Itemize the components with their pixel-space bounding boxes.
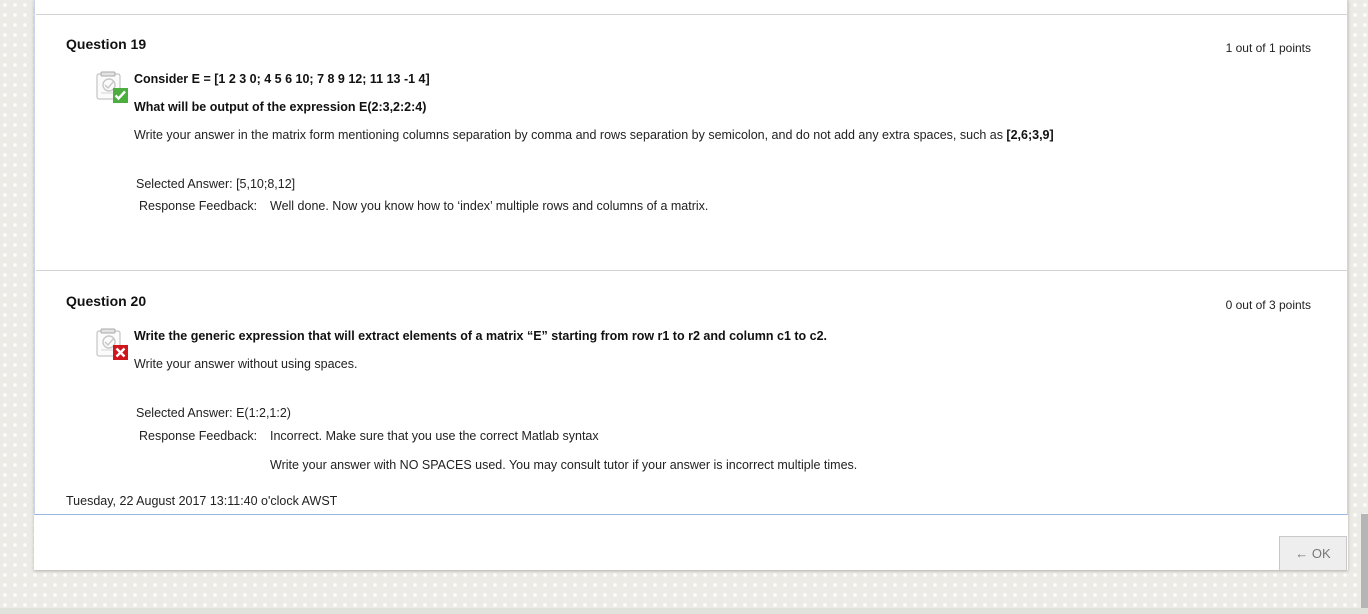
- ok-button[interactable]: ← OK: [1279, 536, 1347, 570]
- incorrect-x-icon: [96, 328, 128, 360]
- response-feedback-text: Incorrect. Make sure that you use the co…: [270, 429, 599, 443]
- question-title: Question 19: [66, 36, 147, 52]
- selected-answer-row: Selected Answer: [5,10;8,12]: [136, 177, 295, 191]
- response-feedback-text: Write your answer with NO SPACES used. Y…: [270, 458, 858, 472]
- question-text: Write the generic expression that will e…: [134, 329, 828, 343]
- example-answer: [2,6;3,9]: [1006, 128, 1054, 142]
- selected-answer-label: Selected Answer:: [136, 406, 233, 420]
- selected-answer-row: Selected Answer: E(1:2,1:2): [136, 406, 291, 420]
- submission-timestamp: Tuesday, 22 August 2017 13:11:40 o'clock…: [66, 494, 338, 508]
- response-feedback-label: Response Feedback:: [139, 429, 258, 443]
- correct-check-icon: [96, 71, 128, 103]
- divider: [36, 270, 1348, 271]
- instructions-text: Write your answer in the matrix form men…: [134, 128, 1007, 142]
- question-text: Consider E = [1 2 3 0; 4 5 6 10; 7 8 9 1…: [134, 72, 430, 86]
- question-points: 1 out of 1 points: [1225, 41, 1311, 55]
- review-panel: Question 19 1 out of 1 points Consider E…: [34, 0, 1348, 570]
- selected-answer-value: [5,10;8,12]: [236, 177, 296, 191]
- response-feedback-text: Well done. Now you know how to ‘index’ m…: [270, 199, 709, 213]
- divider: [36, 14, 1348, 15]
- question-instructions: Write your answer in the matrix form men…: [134, 128, 1054, 142]
- scrollbar[interactable]: [1361, 514, 1368, 610]
- results-frame: Question 19 1 out of 1 points Consider E…: [34, 0, 1348, 515]
- selected-answer-value: E(1:2,1:2): [236, 406, 291, 420]
- response-feedback-label: Response Feedback:: [139, 199, 258, 213]
- page-footer-strip: [0, 608, 1368, 614]
- question-title: Question 20: [66, 293, 147, 309]
- question-text: What will be output of the expression E(…: [134, 100, 427, 114]
- question-instructions: Write your answer without using spaces.: [134, 357, 358, 371]
- selected-answer-label: Selected Answer:: [136, 177, 233, 191]
- question-points: 0 out of 3 points: [1225, 298, 1311, 312]
